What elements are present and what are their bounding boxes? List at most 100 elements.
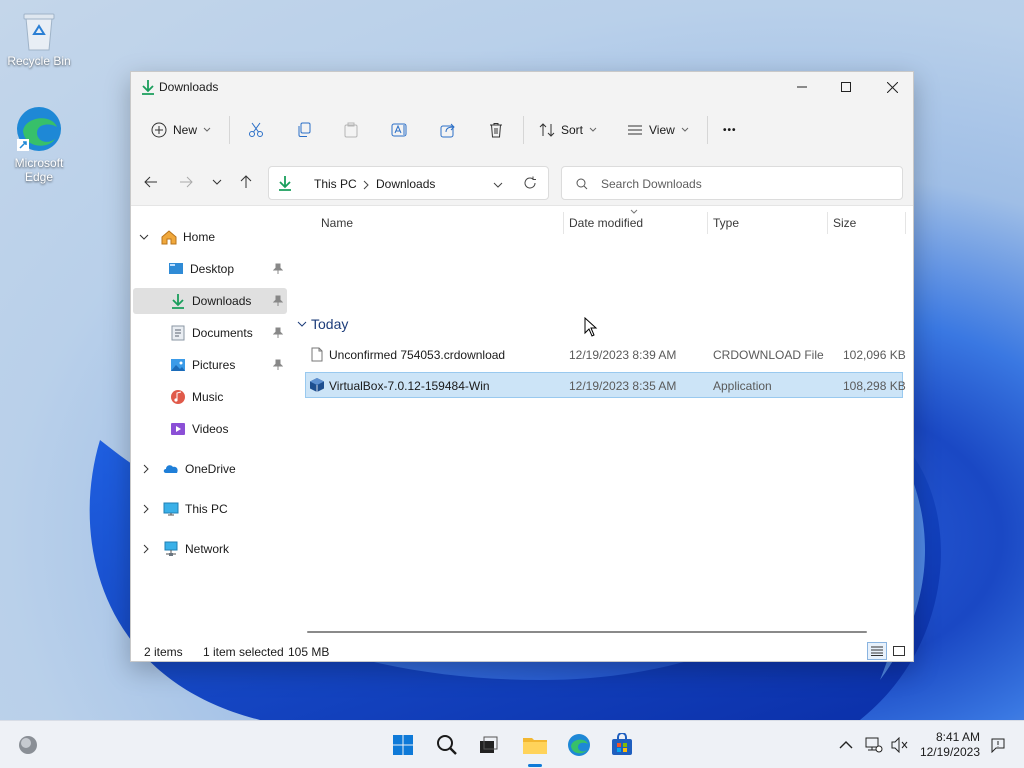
music-icon [171,390,185,404]
column-header-date[interactable]: Date modified [569,216,643,230]
close-button[interactable] [869,72,915,102]
arrow-right-icon [180,176,193,188]
breadcrumb-this-pc[interactable]: This PC [314,177,357,191]
volume-muted-icon [891,737,908,753]
desktop-recycle-bin[interactable]: Recycle Bin [4,10,74,68]
share-icon [440,123,455,138]
edge-taskbar-button[interactable] [565,731,593,759]
chevron-right-icon [143,544,149,554]
rename-button[interactable] [391,119,409,141]
file-icon [311,347,323,362]
file-explorer-taskbar-button[interactable] [521,731,549,759]
network-tray-button[interactable] [860,731,888,759]
back-button[interactable] [141,172,161,192]
sidebar-label: Videos [192,422,229,436]
new-button[interactable]: New [151,119,211,141]
sidebar-item-videos[interactable]: Videos [133,416,287,442]
column-separator[interactable] [905,212,906,234]
column-separator[interactable] [827,212,828,234]
pin-icon[interactable] [273,295,283,307]
notifications-button[interactable] [984,731,1012,759]
arrow-left-icon [144,176,157,188]
copy-button[interactable] [296,119,312,141]
paste-icon [344,122,358,138]
row-size: 102,096 KB [843,348,906,362]
view-list-icon [628,125,642,135]
address-bar[interactable]: This PC Downloads [268,166,549,200]
search-button[interactable] [433,731,461,759]
sidebar-item-music[interactable]: Music [133,384,287,410]
download-icon [279,176,291,191]
sidebar-label: Network [185,542,230,556]
start-button[interactable] [389,731,417,759]
maximize-icon [841,82,851,92]
sidebar-item-downloads[interactable]: Downloads [133,288,287,314]
volume-tray-button[interactable] [886,731,914,759]
desktop-icon [169,263,183,274]
clock-date: 12/19/2023 [919,745,980,759]
chevron-down-icon [589,127,597,132]
show-hidden-icons-button[interactable] [832,731,860,759]
new-label: New [173,123,198,137]
sidebar-item-documents[interactable]: Documents [133,320,287,346]
close-icon [886,81,898,93]
group-header-today[interactable]: Today [297,316,348,332]
search-box[interactable]: Search Downloads [561,166,903,200]
weather-icon [19,736,37,754]
home-icon [161,230,177,245]
view-button[interactable]: View [627,119,689,141]
row-type: Application [713,379,772,393]
maximize-button[interactable] [823,72,869,102]
breadcrumb-downloads[interactable]: Downloads [376,177,435,191]
task-view-button[interactable] [474,731,502,759]
rename-icon [391,123,407,137]
sort-label: Sort [561,123,584,137]
status-bar: 2 items 1 item selected 105 MB [131,640,913,662]
toolbar-separator [707,116,708,144]
sidebar-item-this-pc[interactable]: This PC [133,496,287,522]
recent-locations-button[interactable] [207,172,227,192]
sidebar-item-network[interactable]: Network [133,536,287,562]
refresh-icon[interactable] [523,176,537,190]
file-explorer-window: Downloads New Sort View ••• This PC Down… [130,71,914,662]
share-button[interactable] [440,119,456,141]
title-bar[interactable]: Downloads [131,72,913,102]
sort-button[interactable]: Sort [539,119,597,141]
more-options-button[interactable]: ••• [723,119,737,141]
pin-icon[interactable] [273,327,283,339]
recycle-bin-label: Recycle Bin [7,54,71,68]
sidebar-item-desktop[interactable]: Desktop [133,256,287,282]
pin-icon[interactable] [273,263,283,275]
column-header-type[interactable]: Type [713,216,739,230]
sidebar-item-pictures[interactable]: Pictures [133,352,287,378]
column-separator[interactable] [563,212,564,234]
sidebar-label: Music [192,390,224,404]
forward-button[interactable] [176,172,196,192]
column-header-name[interactable]: Name [321,216,353,230]
window-title: Downloads [159,80,219,94]
minimize-button[interactable] [779,72,825,102]
pin-icon[interactable] [273,359,283,371]
widgets-button[interactable] [14,731,42,759]
row-name: VirtualBox-7.0.12-159484-Win [329,379,490,393]
folder-icon [523,738,547,754]
desktop-edge[interactable]: Microsoft Edge [4,104,74,184]
delete-button[interactable] [488,119,504,141]
table-row[interactable]: Unconfirmed 754053.crdownload 12/19/2023… [305,342,906,368]
table-row-selected[interactable]: VirtualBox-7.0.12-159484-Win 12/19/2023 … [305,372,906,398]
details-view-button[interactable] [867,642,887,660]
chevron-up-icon [839,741,853,749]
cut-button[interactable] [248,119,264,141]
clock[interactable]: 8:41 AM 12/19/2023 [920,730,980,760]
column-header-size[interactable]: Size [833,216,856,230]
sidebar-item-onedrive[interactable]: OneDrive [133,456,287,482]
store-taskbar-button[interactable] [608,731,636,759]
edge-icon [17,107,61,151]
paste-button[interactable] [343,119,359,141]
navigation-pane: Home Desktop Downloads Documents Picture… [131,206,291,636]
tiles-view-button[interactable] [889,642,909,660]
sidebar-item-home[interactable]: Home [133,224,287,250]
horizontal-scrollbar[interactable] [307,631,867,633]
up-button[interactable] [236,172,256,192]
column-separator[interactable] [707,212,708,234]
